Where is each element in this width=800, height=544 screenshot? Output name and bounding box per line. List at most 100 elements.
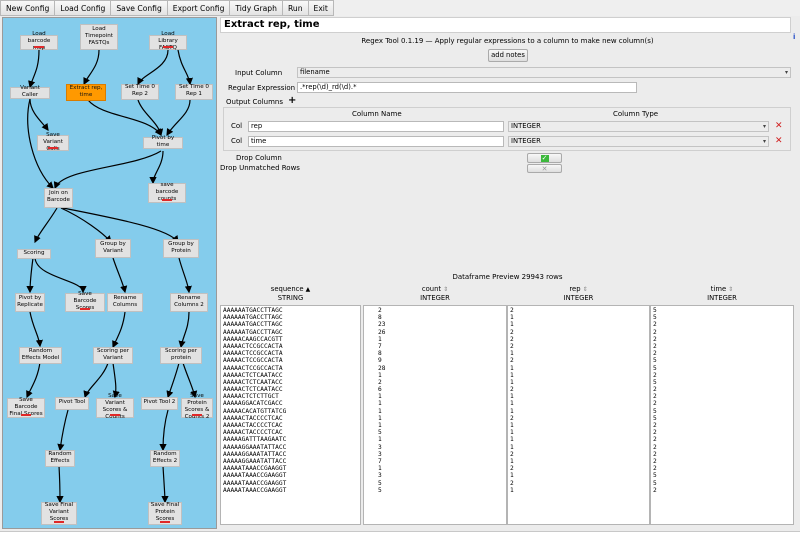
regex-label: Regular Expression: [228, 84, 296, 92]
chevron-down-icon: ▾: [784, 69, 788, 76]
workflow-node[interactable]: Save Protein Scores & Counts 2: [181, 393, 213, 420]
table-cell: 3: [378, 472, 382, 480]
delete-column-icon[interactable]: ✕: [775, 121, 783, 131]
workflow-node[interactable]: Join on Barcode: [44, 188, 73, 208]
workflow-node[interactable]: Pivot Tool: [55, 397, 89, 410]
table-cell: 1: [378, 393, 382, 401]
workflow-node-label: Pivot by Replicate: [17, 294, 43, 308]
workflow-node[interactable]: Random Effects 2: [150, 450, 180, 467]
output-column-name-input[interactable]: time: [248, 136, 504, 147]
sort-icon[interactable]: ⇕: [583, 286, 588, 293]
table-cell: 2: [510, 450, 514, 458]
workflow-node[interactable]: Save Barcode Final Scores: [7, 397, 45, 418]
workflow-node[interactable]: Random Effects: [45, 450, 75, 467]
workflow-node-label: Set Time 0 Rep 2: [125, 84, 155, 97]
workflow-node[interactable]: Save Barcode Scores: [65, 291, 105, 312]
workflow-node[interactable]: Pivot by Replicate: [15, 293, 45, 312]
workflow-node[interactable]: save barcode counts: [148, 182, 186, 203]
workflow-node[interactable]: Random Effects Model: [19, 347, 62, 364]
table-cell: 5: [378, 429, 382, 437]
workflow-node[interactable]: Save Final Protein Scores: [148, 502, 182, 525]
workflow-node[interactable]: Save Variant Calls: [37, 132, 69, 152]
workflow-node[interactable]: Scoring: [17, 249, 51, 259]
column-header-sequence[interactable]: sequence ▲ STRING: [220, 285, 361, 305]
workflow-node[interactable]: Save Final Variant Scores: [41, 502, 77, 525]
table-cell: AAAAACTCTCAATACC: [223, 378, 283, 386]
workflow-node[interactable]: Extract rep, time: [66, 84, 106, 101]
table-cell: 1: [378, 465, 382, 473]
table-cell: 2: [653, 429, 657, 437]
table-cell: 1: [510, 378, 514, 386]
table-cell: 1: [378, 400, 382, 408]
drop-unmatched-checkbox[interactable]: ✕: [527, 164, 562, 173]
menu-exit-button[interactable]: Exit: [307, 0, 334, 16]
drop-column-checkbox[interactable]: ✓: [527, 153, 562, 163]
table-cell: AAAAACTCTCTTGCT: [223, 393, 279, 401]
workflow-node-label: Random Effects Model: [21, 347, 60, 361]
table-cell: 6: [378, 386, 382, 394]
input-column-select[interactable]: filename ▾: [297, 67, 791, 78]
workflow-node[interactable]: Set Time 0 Rep 1: [175, 84, 213, 100]
workflow-node[interactable]: Pivot Tool 2: [141, 397, 178, 410]
workflow-node[interactable]: Load Timepoint FASTQs: [80, 24, 118, 50]
workflow-node[interactable]: Load barcode map: [20, 31, 58, 51]
regex-input[interactable]: .*rep(\d)_rd(\d).*: [297, 82, 637, 93]
node-status-bar: [192, 414, 202, 416]
sort-icon[interactable]: ▲: [306, 286, 311, 293]
output-column-type-select[interactable]: INTEGER ▾: [508, 136, 769, 147]
column-header-rep[interactable]: rep ⇕ INTEGER: [507, 285, 650, 305]
table-cell: 2: [510, 357, 514, 365]
table-cell: AAAAACTACCCCTCAC: [223, 414, 283, 422]
workflow-node[interactable]: Pivot by time: [143, 135, 183, 149]
menu-tidy-graph-button[interactable]: Tidy Graph: [229, 0, 283, 16]
table-cell: 5: [653, 407, 657, 415]
workflow-node-label: Save Final Variant Scores: [44, 502, 74, 522]
menu-new-config-button[interactable]: New Config: [0, 0, 56, 16]
output-column-type-select[interactable]: INTEGER ▾: [508, 121, 769, 132]
workflow-node[interactable]: Scoring per protein: [160, 347, 202, 364]
column-values-time[interactable]: 55222225525222552222222552: [650, 305, 794, 525]
table-cell: 2: [653, 400, 657, 408]
workflow-canvas[interactable]: Load barcode map Load Timepoint FASTQs Loa…: [2, 17, 217, 529]
table-cell: AAAAAGGAAATATTACC: [223, 443, 287, 451]
sort-icon[interactable]: ⇕: [443, 286, 448, 293]
workflow-node[interactable]: Scoring per Variant: [93, 347, 133, 364]
output-column-name-input[interactable]: rep: [248, 121, 504, 132]
workflow-node[interactable]: Rename Columns: [107, 293, 143, 312]
column-values-sequence[interactable]: AAAAAATGACCTTAGC AAAAAATGACCTTAGC AAAAAATG…: [220, 305, 361, 525]
column-header-count[interactable]: count ⇕ INTEGER: [363, 285, 507, 305]
table-cell: 1: [510, 486, 514, 494]
table-cell: AAAAACTCCGCCACTA: [223, 364, 283, 372]
table-cell: 8: [378, 314, 382, 322]
workflow-node[interactable]: Group by Protein: [163, 239, 199, 258]
menu-load-config-button[interactable]: Load Config: [54, 0, 112, 16]
workflow-node-label: Pivot Tool: [58, 399, 86, 405]
add-output-column-icon[interactable]: +: [288, 95, 296, 106]
workflow-node[interactable]: Variant Caller: [10, 85, 50, 99]
workflow-node[interactable]: Load Library FASTQ: [149, 31, 187, 51]
tool-description: Regex Tool 0.1.19 — Apply regular expres…: [361, 37, 654, 45]
table-cell: AAAAAGGACATCGACC: [223, 400, 283, 408]
workflow-node-label: Group by Protein: [168, 240, 194, 254]
column-type-header: Column Type: [613, 110, 659, 118]
menu-save-config-button[interactable]: Save Config: [110, 0, 168, 16]
menu-export-config-button[interactable]: Export Config: [166, 0, 231, 16]
workflow-node-label: Group by Variant: [100, 240, 126, 254]
column-values-rep[interactable]: 21122212111211121111212121: [507, 305, 650, 525]
column-header-time[interactable]: time ⇕ INTEGER: [650, 285, 794, 305]
workflow-node[interactable]: Save Variant Scores & Counts: [96, 393, 134, 420]
menu-run-button[interactable]: Run: [281, 0, 309, 16]
workflow-node-label: Variant Caller: [20, 85, 40, 98]
table-cell: AAAAACACATGTTATCG: [223, 407, 287, 415]
workflow-node[interactable]: Rename Columns 2: [170, 293, 208, 312]
delete-column-icon[interactable]: ✕: [775, 136, 783, 146]
table-cell: AAAAATAAACCGAAGGT: [223, 479, 287, 487]
add-notes-button[interactable]: add notes: [488, 49, 528, 62]
sort-icon[interactable]: ⇕: [728, 286, 733, 293]
table-cell: 2: [653, 422, 657, 429]
column-values-count[interactable]: 2 8 23 26 1 7 8 9 28 1 2 6 1 1 1 1 1 5 1 3 3 7 1 3 5 5: [363, 305, 507, 525]
workflow-node[interactable]: Set Time 0 Rep 2: [121, 84, 159, 100]
workflow-node[interactable]: Group by Variant: [95, 239, 131, 258]
table-cell: AAAAACTCCGCCACTA: [223, 350, 283, 358]
cross-icon: ✕: [541, 165, 548, 173]
